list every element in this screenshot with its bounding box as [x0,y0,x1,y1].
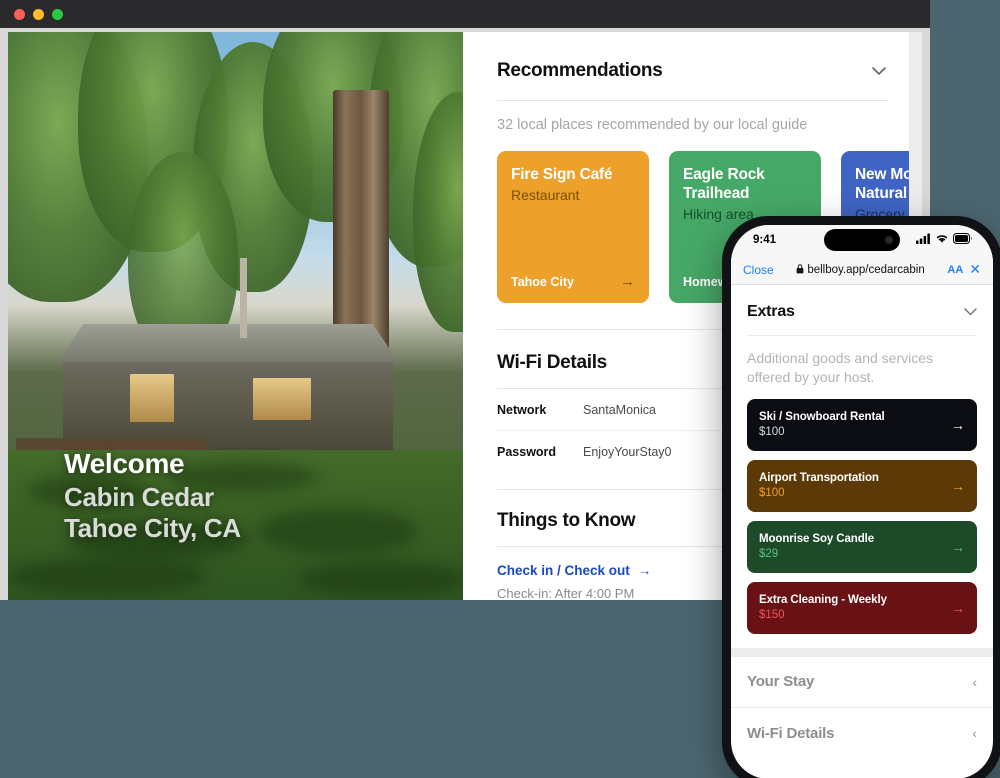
nav-row-wifi-details[interactable]: Wi-Fi Details ‹ [731,708,993,759]
extras-header[interactable]: Extras [747,285,977,321]
arrow-right-icon[interactable]: → [951,417,965,433]
wifi-network-value: SantaMonica [583,402,656,417]
phone-content: Extras Additional goods and services off… [731,285,993,634]
arrow-right-icon[interactable]: → [620,273,635,290]
wifi-icon [935,231,949,249]
divider [497,100,888,101]
phone-screen: 9:41 Close bellboy.app/cedarcabin AA ✕ E… [731,225,993,778]
lock-icon [796,261,804,279]
recommendations-title: Recommendations [497,60,663,81]
close-window-button[interactable] [14,8,25,20]
nav-label: Your Stay [747,673,815,691]
phone-status-bar: 9:41 [731,225,993,255]
chevron-left-icon[interactable]: ‹ [972,725,977,741]
extras-title: Extras [747,303,795,320]
extra-price: $100 [759,426,785,439]
recommendation-city: Tahoe City [511,274,574,289]
hero-text-overlay: Welcome Cabin Cedar Tahoe City, CA [64,447,241,545]
recommendation-footer: Tahoe City → [511,273,635,290]
extra-name: Extra Cleaning - Weekly [759,594,887,607]
url-display[interactable]: bellboy.app/cedarcabin [780,261,942,279]
cabin-chimney [240,258,247,338]
extra-name: Ski / Snowboard Rental [759,411,885,424]
wifi-network-label: Network [497,402,547,417]
dynamic-island [824,229,900,251]
section-band [731,647,993,657]
close-button[interactable]: Close [743,263,774,277]
extra-item[interactable]: Moonrise Soy Candle $29 → [747,520,977,573]
recommendation-name: Eagle Rock Trailhead [683,166,765,202]
arrow-right-icon[interactable]: → [951,539,965,555]
front-camera-icon [885,236,893,244]
cabin-window [253,378,311,420]
wifi-password-label: Password [497,445,557,459]
extra-name: Airport Transportation [759,472,879,485]
cabin-window [130,374,174,422]
hero-property-name: Cabin Cedar [64,481,214,512]
chevron-left-icon[interactable]: ‹ [972,674,977,690]
recommendations-note: 32 local places recommended by our local… [497,117,808,133]
extra-item[interactable]: Ski / Snowboard Rental $100 → [747,398,977,451]
phone-device: 9:41 Close bellboy.app/cedarcabin AA ✕ E… [722,216,1000,778]
status-time: 9:41 [753,234,777,246]
hero-welcome: Welcome [64,448,185,480]
window-titlebar [0,0,930,28]
arrow-right-icon[interactable]: → [951,600,965,616]
extra-price: $150 [759,609,785,622]
extras-list: Ski / Snowboard Rental $100 → Airport Tr… [747,398,977,634]
hero-location: Tahoe City, CA [64,513,241,544]
arrow-right-icon[interactable]: → [951,478,965,494]
zoom-window-button[interactable] [52,8,63,20]
nav-row-your-stay[interactable]: Your Stay ‹ [731,657,993,708]
chevron-down-icon[interactable] [870,62,888,80]
text-size-button[interactable]: AA [947,264,963,276]
recommendations-header[interactable]: Recommendations [497,60,888,82]
status-icons [916,231,973,249]
extras-note: Additional goods and services offered by… [747,350,934,385]
battery-icon [953,231,973,249]
checkin-checkout-label: Check in / Check out [497,563,630,578]
recommendation-name: Fire Sign Café [511,166,613,183]
close-icon[interactable]: ✕ [969,261,981,278]
recommendation-type: Restaurant [511,186,580,203]
extra-price: $29 [759,548,779,561]
extra-name: Moonrise Soy Candle [759,533,875,546]
wifi-password-value: EnjoyYourStay0 [583,445,672,459]
browser-url-bar: Close bellboy.app/cedarcabin AA ✕ [731,255,993,285]
extra-item[interactable]: Airport Transportation $100 → [747,459,977,512]
arrow-right-icon: → [637,563,652,578]
url-text: bellboy.app/cedarcabin [807,263,925,276]
minimize-window-button[interactable] [33,8,44,20]
cabin-roof [56,324,400,364]
chevron-down-icon[interactable] [964,303,977,321]
tree-canopy-layer [8,32,463,362]
recommendation-card[interactable]: Fire Sign Café Restaurant Tahoe City → [497,151,649,303]
hero-photo: Welcome Cabin Cedar Tahoe City, CA [8,32,463,600]
nav-label: Wi-Fi Details [747,724,835,742]
divider [747,335,977,336]
cellular-signal-icon [916,231,931,249]
extra-item[interactable]: Extra Cleaning - Weekly $150 → [747,581,977,634]
extra-price: $100 [759,487,785,500]
